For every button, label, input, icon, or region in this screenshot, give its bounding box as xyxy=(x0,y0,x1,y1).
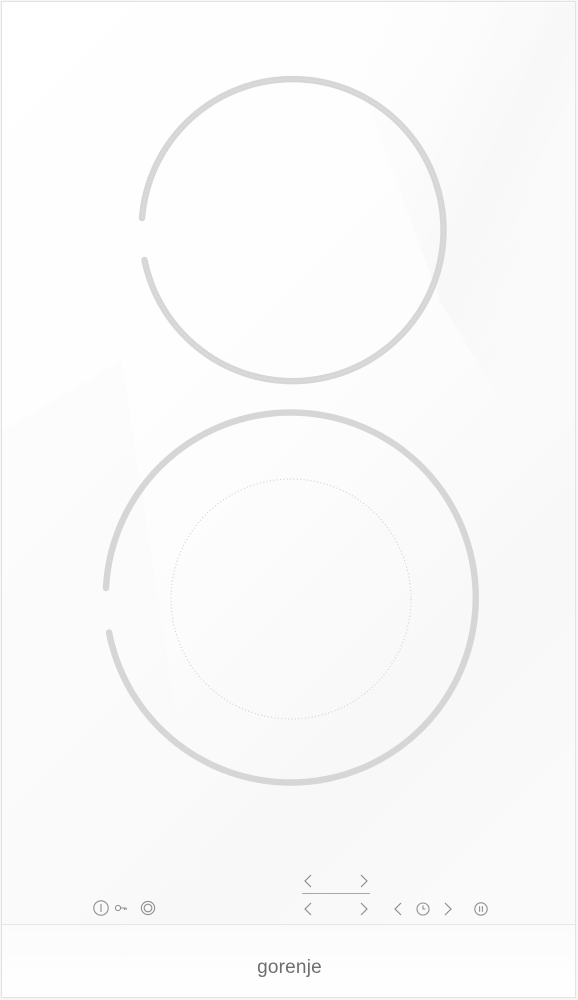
rear-zone-decrease-button[interactable] xyxy=(296,869,320,893)
rear-cooking-zone[interactable] xyxy=(138,75,447,385)
timer-button[interactable] xyxy=(411,897,435,921)
pause-button[interactable] xyxy=(469,897,493,921)
cooktop-panel: gorenje xyxy=(1,1,576,998)
chevron-left-icon xyxy=(304,902,312,916)
timer-increase-button[interactable] xyxy=(436,897,460,921)
front-cooking-zone[interactable] xyxy=(102,409,479,786)
timer-decrease-button[interactable] xyxy=(386,897,410,921)
chevron-right-icon xyxy=(360,874,368,888)
chevron-left-icon xyxy=(394,902,402,916)
clock-icon xyxy=(416,902,430,916)
front-zone-decrease-button[interactable] xyxy=(296,897,320,921)
dual-zone-button[interactable] xyxy=(136,896,160,920)
pause-icon xyxy=(474,902,488,916)
chevron-right-icon xyxy=(444,902,452,916)
chevron-right-icon xyxy=(360,902,368,916)
chevron-left-icon xyxy=(304,874,312,888)
dual-zone-icon xyxy=(140,900,156,916)
brand-logo: gorenje xyxy=(257,957,322,978)
power-icon xyxy=(93,900,109,916)
rear-zone-increase-button[interactable] xyxy=(352,869,376,893)
front-zone-increase-button[interactable] xyxy=(352,897,376,921)
cooking-zones xyxy=(102,75,479,786)
lock-button[interactable] xyxy=(109,896,133,920)
key-lock-icon xyxy=(114,904,127,912)
